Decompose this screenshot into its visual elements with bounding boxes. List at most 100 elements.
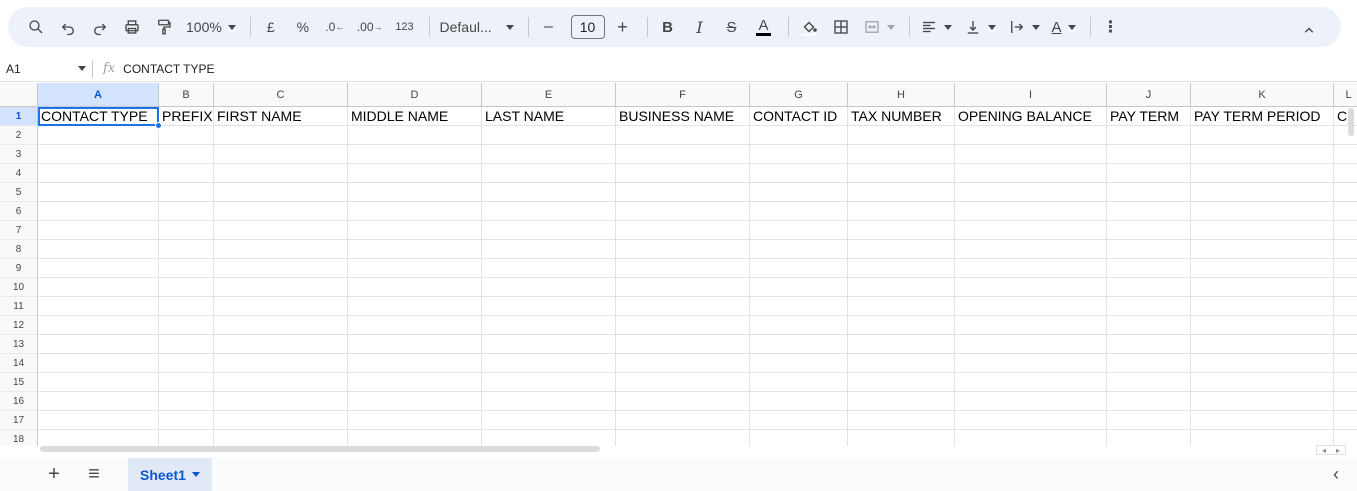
cell[interactable] — [159, 297, 214, 316]
cell[interactable] — [1107, 335, 1191, 354]
explore-toggle-button[interactable]: ‹ — [1333, 464, 1339, 485]
cell[interactable] — [38, 145, 159, 164]
cell[interactable] — [482, 316, 616, 335]
cell[interactable] — [616, 335, 750, 354]
cell[interactable] — [848, 202, 955, 221]
cell[interactable] — [955, 411, 1107, 430]
cell[interactable] — [1107, 126, 1191, 145]
cell[interactable] — [616, 126, 750, 145]
cell[interactable] — [1191, 145, 1334, 164]
cell[interactable] — [848, 240, 955, 259]
cell[interactable] — [750, 278, 848, 297]
cell[interactable] — [848, 221, 955, 240]
cell[interactable] — [482, 278, 616, 297]
cell[interactable] — [348, 259, 482, 278]
borders-button[interactable] — [827, 13, 855, 41]
cell[interactable] — [750, 430, 848, 446]
cell[interactable] — [1107, 430, 1191, 446]
add-sheet-button[interactable]: + — [40, 461, 68, 489]
cell[interactable] — [1191, 278, 1334, 297]
vertical-scrollbar[interactable] — [1347, 108, 1355, 438]
cell[interactable] — [214, 259, 348, 278]
cell[interactable] — [750, 297, 848, 316]
cell[interactable] — [214, 221, 348, 240]
text-color-button[interactable]: A — [750, 13, 778, 41]
row-header[interactable]: 18 — [0, 430, 38, 446]
cell[interactable] — [616, 278, 750, 297]
row-header[interactable]: 13 — [0, 335, 38, 354]
cell[interactable] — [616, 183, 750, 202]
cell[interactable] — [750, 240, 848, 259]
row-header[interactable]: 11 — [0, 297, 38, 316]
column-header[interactable]: I — [955, 83, 1107, 107]
cell[interactable] — [750, 259, 848, 278]
row-header[interactable]: 1 — [0, 107, 38, 126]
cell[interactable] — [1191, 411, 1334, 430]
cell[interactable] — [1107, 259, 1191, 278]
undo-button[interactable] — [54, 13, 82, 41]
cell[interactable] — [616, 145, 750, 164]
horizontal-scrollbar[interactable] — [40, 445, 1310, 453]
cell[interactable] — [348, 278, 482, 297]
header-cell[interactable]: PAY TERM — [1107, 107, 1191, 126]
decrease-decimal-button[interactable]: .0 ← — [321, 13, 349, 41]
hide-menus-button[interactable] — [1295, 16, 1323, 44]
cell[interactable] — [348, 240, 482, 259]
cell[interactable] — [1107, 354, 1191, 373]
text-wrapping-button[interactable] — [1004, 13, 1044, 41]
cell[interactable] — [214, 278, 348, 297]
cell[interactable] — [38, 335, 159, 354]
cell[interactable] — [1191, 183, 1334, 202]
cell[interactable] — [214, 430, 348, 446]
fill-handle[interactable] — [155, 122, 162, 129]
cell[interactable] — [848, 335, 955, 354]
cell[interactable] — [848, 126, 955, 145]
row-header[interactable]: 8 — [0, 240, 38, 259]
scroll-left-icon[interactable]: ◂ — [1322, 446, 1326, 455]
cell[interactable] — [159, 316, 214, 335]
cell[interactable] — [38, 164, 159, 183]
header-cell[interactable]: TAX NUMBER — [848, 107, 955, 126]
cell[interactable] — [955, 354, 1107, 373]
cell[interactable] — [616, 240, 750, 259]
increase-decimal-button[interactable]: .00 → — [353, 13, 387, 41]
column-header[interactable]: K — [1191, 83, 1334, 107]
cell[interactable] — [848, 373, 955, 392]
row-header[interactable]: 14 — [0, 354, 38, 373]
cell[interactable] — [348, 297, 482, 316]
cell[interactable] — [848, 145, 955, 164]
cell[interactable] — [214, 202, 348, 221]
cell[interactable] — [159, 278, 214, 297]
header-cell[interactable]: OPENING BALANCE — [955, 107, 1107, 126]
cell[interactable] — [214, 297, 348, 316]
cell[interactable] — [955, 202, 1107, 221]
cell[interactable] — [348, 145, 482, 164]
cell[interactable] — [955, 221, 1107, 240]
cell[interactable] — [482, 335, 616, 354]
cell[interactable] — [1191, 392, 1334, 411]
cell[interactable] — [955, 126, 1107, 145]
merge-cells-button[interactable] — [859, 13, 899, 41]
cell[interactable] — [1191, 297, 1334, 316]
cell[interactable] — [214, 335, 348, 354]
cell[interactable] — [616, 221, 750, 240]
italic-button[interactable]: I — [686, 13, 714, 41]
header-cell[interactable]: FIRST NAME — [214, 107, 348, 126]
cell[interactable] — [1107, 411, 1191, 430]
cell[interactable] — [38, 278, 159, 297]
cell[interactable] — [482, 202, 616, 221]
cell[interactable] — [750, 183, 848, 202]
cell[interactable] — [1107, 316, 1191, 335]
header-cell[interactable]: PAY TERM PERIOD — [1191, 107, 1334, 126]
cell[interactable] — [616, 259, 750, 278]
row-header[interactable]: 5 — [0, 183, 38, 202]
scrollbar-thumb[interactable] — [1348, 108, 1354, 136]
zoom-select[interactable]: 100% — [182, 13, 240, 41]
header-cell[interactable]: MIDDLE NAME — [348, 107, 482, 126]
cell[interactable] — [750, 145, 848, 164]
cell[interactable] — [1191, 240, 1334, 259]
row-header[interactable]: 15 — [0, 373, 38, 392]
cell[interactable] — [38, 259, 159, 278]
cell[interactable] — [348, 183, 482, 202]
cell[interactable] — [159, 354, 214, 373]
